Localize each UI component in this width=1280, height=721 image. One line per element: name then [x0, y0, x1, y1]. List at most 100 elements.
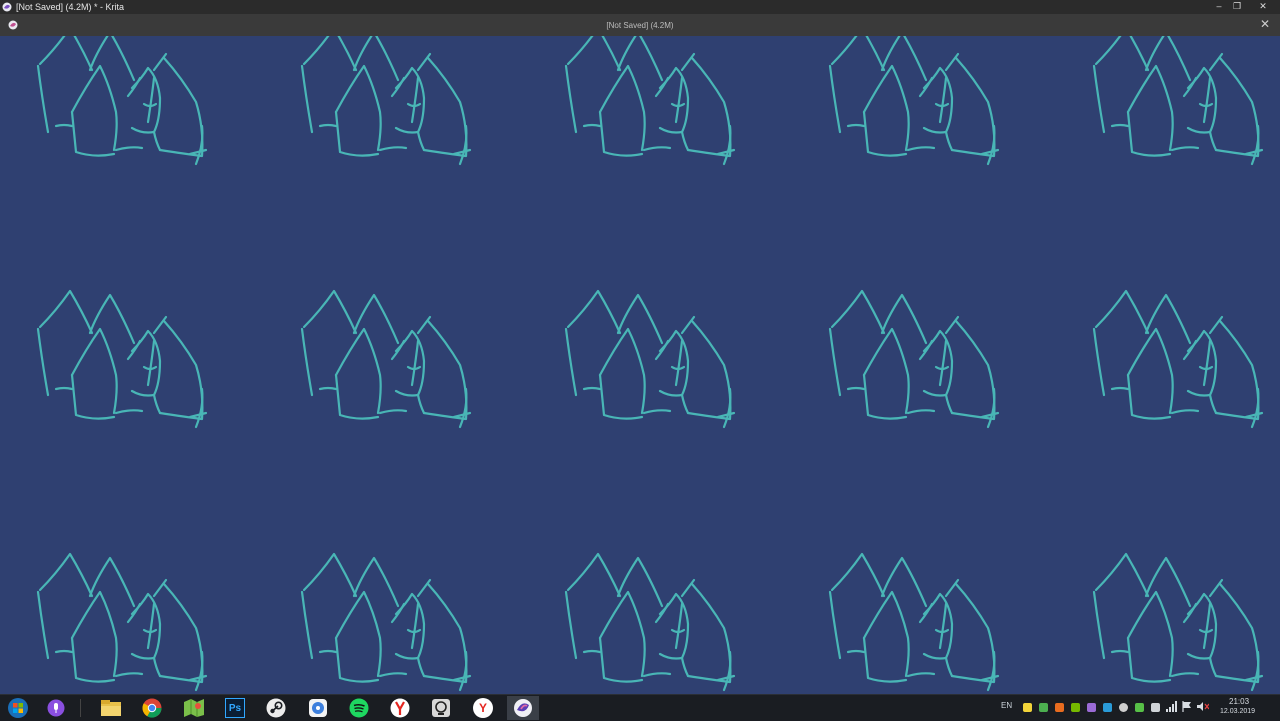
sketch-stroke	[1110, 123, 1130, 128]
language-indicator[interactable]: EN	[1001, 701, 1012, 710]
taskbar-obs[interactable]	[425, 696, 457, 720]
app-tray-icon[interactable]	[1135, 703, 1144, 712]
krita-icon	[514, 699, 532, 717]
sketch-stroke	[862, 590, 910, 678]
document-tab-title[interactable]: [Not Saved] (4.2M)	[0, 21, 1280, 30]
canvas-artwork	[36, 36, 1264, 692]
sketch-stroke	[1094, 552, 1150, 598]
drawing-canvas[interactable]	[0, 36, 1280, 694]
sketch-stroke	[114, 409, 144, 415]
taskbar-steam[interactable]	[260, 696, 292, 720]
sketch-stroke	[1126, 590, 1174, 678]
sketch-stroke	[416, 578, 432, 598]
steam-icon	[266, 698, 286, 718]
close-window-button[interactable]: ✕	[1254, 0, 1272, 14]
sketch-stroke	[830, 552, 886, 598]
sketch-stroke	[944, 130, 954, 152]
taskbar-disk-app[interactable]	[302, 696, 334, 720]
sketch-stroke	[582, 649, 602, 654]
sketch-stroke	[1126, 373, 1172, 420]
sketch-stroke	[70, 327, 118, 415]
sketch-stroke	[300, 590, 314, 660]
sketch-stroke	[152, 656, 162, 678]
sketch-stroke	[188, 411, 208, 419]
sketch-stroke	[642, 672, 672, 678]
sketch-stroke	[54, 123, 74, 128]
taskbar-photoshop[interactable]: Ps	[219, 696, 251, 720]
sketch-stroke	[1202, 339, 1212, 387]
sketch-stroke	[674, 602, 684, 650]
taskbar-krita[interactable]	[507, 696, 539, 720]
taskbar-maps[interactable]	[178, 696, 210, 720]
sketch-stroke	[722, 650, 732, 692]
sketch-stroke	[188, 148, 208, 156]
sketch-stroke	[642, 409, 672, 415]
yandex-label: Y	[478, 701, 487, 715]
pen-tray-icon[interactable]	[1087, 703, 1096, 712]
sketch-stroke	[378, 146, 408, 152]
sketch-stroke	[830, 289, 886, 335]
sketch-stroke	[862, 110, 908, 157]
sketch-stroke	[1092, 64, 1106, 134]
tray-icon-orange[interactable]	[1055, 703, 1064, 712]
start-button[interactable]	[2, 696, 34, 720]
sketch-stroke	[54, 649, 74, 654]
sketch-stroke	[642, 146, 672, 152]
volume-muted-icon[interactable]	[1197, 701, 1209, 712]
sketch-stroke	[830, 36, 886, 72]
sketch-stroke	[70, 590, 118, 678]
close-document-button[interactable]: ✕	[1260, 17, 1270, 31]
sketch-stroke	[458, 124, 468, 166]
sketch-stroke	[938, 602, 948, 650]
disk-tray-icon[interactable]	[1119, 703, 1128, 712]
sketch-stroke	[658, 66, 690, 134]
sketch-stroke	[152, 393, 162, 415]
sketch-stroke	[130, 66, 162, 134]
nvidia-tray-icon[interactable]	[1071, 703, 1080, 712]
usb-tray-icon[interactable]	[1151, 703, 1160, 712]
sketch-stroke	[452, 148, 472, 156]
sketch-stroke	[680, 130, 690, 152]
sketch-stroke	[598, 636, 644, 683]
sticky-notes-tray-icon[interactable]	[1023, 703, 1032, 712]
sketch-stroke	[1244, 674, 1264, 682]
taskbar-file-explorer[interactable]	[95, 696, 127, 720]
sketch-stroke	[416, 52, 432, 72]
sketch-stroke	[566, 552, 622, 598]
sketch-stroke	[1110, 649, 1130, 654]
tray-icon-green[interactable]	[1039, 703, 1048, 712]
sketch-stroke	[1250, 124, 1260, 166]
minimize-button[interactable]: –	[1210, 0, 1228, 14]
clock-time[interactable]: 21:03	[1229, 697, 1249, 706]
taskbar-chrome[interactable]	[136, 696, 168, 720]
sketch-stroke	[302, 289, 358, 335]
clock-date[interactable]: 12.03.2019	[1220, 708, 1255, 715]
sketch-stroke	[846, 386, 866, 391]
network-icon[interactable]	[1166, 701, 1177, 712]
sketch-stroke	[598, 110, 644, 157]
sketch-stroke	[158, 319, 204, 421]
taskbar-yandex-browser[interactable]	[384, 696, 416, 720]
sketch-stroke	[658, 329, 690, 397]
taskbar-cortana[interactable]	[40, 696, 72, 720]
sketch-tile	[36, 289, 208, 429]
sketch-stroke	[130, 592, 162, 660]
taskbar-spotify[interactable]	[343, 696, 375, 720]
sketch-stroke	[1208, 656, 1218, 678]
sketch-stroke	[194, 650, 204, 692]
sketch-stroke	[716, 148, 736, 156]
sketch-stroke	[566, 289, 622, 335]
sketch-stroke	[146, 602, 156, 650]
sketch-stroke	[158, 56, 204, 158]
sketch-stroke	[416, 656, 426, 678]
cloud-tray-icon[interactable]	[1103, 703, 1112, 712]
sketch-stroke	[334, 327, 382, 415]
sketch-stroke	[1244, 148, 1264, 156]
sketch-tile	[564, 36, 736, 166]
sketch-stroke	[986, 650, 996, 692]
sketch-stroke	[410, 339, 420, 387]
sketch-stroke	[410, 76, 420, 124]
action-center-flag-icon[interactable]	[1182, 701, 1192, 712]
restore-button[interactable]: ❐	[1228, 0, 1246, 14]
taskbar-yandex[interactable]: Y	[467, 696, 499, 720]
